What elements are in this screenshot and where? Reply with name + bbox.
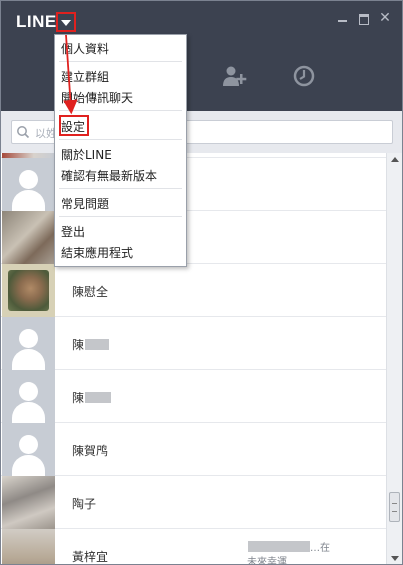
main-menu-dropdown-button[interactable] xyxy=(56,12,76,32)
close-icon[interactable]: ✕ xyxy=(379,11,391,25)
status-message-line-1: …在 xyxy=(310,543,330,554)
list-item[interactable]: 陳賀鸤 xyxy=(1,423,386,476)
clock-icon[interactable] xyxy=(292,65,316,87)
contact-name: 陳慰全 xyxy=(72,285,109,299)
add-friend-icon[interactable] xyxy=(223,65,247,87)
menu-item-exit[interactable]: 結束應用程式 xyxy=(61,244,133,261)
status-message-line-2: 未來幸運 xyxy=(247,557,287,565)
menu-item-profile[interactable]: 個人資料 xyxy=(61,40,109,57)
menu-item-start-chat[interactable]: 開始傳訊聊天 xyxy=(61,89,133,106)
list-scrollbar[interactable] xyxy=(386,153,402,564)
list-item[interactable]: 黃梓宜 …在 未來幸運 xyxy=(1,529,386,565)
status-message: …在 未來幸運 xyxy=(247,541,330,565)
main-dropdown-menu: 個人資料 建立群組 開始傳訊聊天 設定 關於LINE 確認有無最新版本 常見問題… xyxy=(54,34,187,267)
scroll-up-arrow-icon[interactable] xyxy=(391,157,399,162)
list-item[interactable]: 陳 xyxy=(1,370,386,423)
contact-name-text: 陳 xyxy=(72,338,85,352)
menu-separator xyxy=(59,110,182,111)
redaction-blur xyxy=(248,541,310,552)
menu-item-create-group[interactable]: 建立群組 xyxy=(61,68,109,85)
avatar xyxy=(2,423,55,476)
avatar xyxy=(2,317,55,370)
menu-item-about[interactable]: 關於LINE xyxy=(61,146,112,163)
contact-name-text: 陳 xyxy=(72,391,85,405)
avatar xyxy=(2,476,55,529)
contact-name: 陳 xyxy=(72,389,112,406)
avatar xyxy=(2,370,55,423)
menu-item-logout[interactable]: 登出 xyxy=(61,223,85,240)
menu-separator xyxy=(59,139,182,140)
contact-name: 黃梓宜 xyxy=(72,550,109,564)
contact-name: 陳 xyxy=(72,336,110,353)
settings-highlight-box xyxy=(59,115,89,136)
maximize-icon[interactable] xyxy=(358,12,370,25)
search-icon xyxy=(17,126,30,139)
menu-item-faq[interactable]: 常見問題 xyxy=(61,195,109,212)
list-item[interactable]: 陳 xyxy=(1,317,386,370)
contact-name: 陶子 xyxy=(72,497,97,511)
menu-separator xyxy=(59,216,182,217)
minimize-icon[interactable] xyxy=(337,12,349,24)
avatar xyxy=(2,529,55,564)
menu-item-check-update[interactable]: 確認有無最新版本 xyxy=(61,167,157,184)
line-window: LINE ✕ 以姓 陳慰全 陳 陳 陳賀鸤 陶子 黃梓宜 …在 未來幸運 個人資… xyxy=(0,0,403,565)
redaction-blur xyxy=(85,392,112,403)
contact-name: 陳賀鸤 xyxy=(72,444,109,458)
menu-separator xyxy=(59,188,182,189)
scroll-down-arrow-icon[interactable] xyxy=(391,556,399,561)
list-item[interactable]: 陳慰全 xyxy=(1,264,386,317)
list-item[interactable]: 陶子 xyxy=(1,476,386,529)
line-logo: LINE xyxy=(16,12,57,31)
menu-separator xyxy=(59,61,182,62)
scroll-thumb[interactable] xyxy=(389,492,400,522)
avatar xyxy=(2,264,55,317)
redaction-blur xyxy=(85,339,110,350)
avatar xyxy=(2,211,55,264)
avatar xyxy=(2,158,55,211)
